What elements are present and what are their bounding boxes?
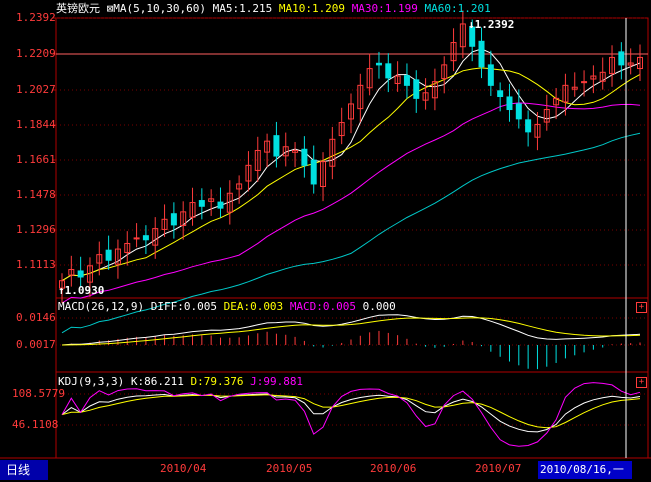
- x-tick-3: 2010/07: [475, 462, 522, 475]
- main-indicator-header: 英镑欧元 ⊠MA(5,10,30,60) MA5:1.215 MA10:1.20…: [56, 3, 491, 15]
- candle-body: [310, 159, 317, 185]
- candle-body: [273, 135, 280, 157]
- macd-header: MACD(26,12,9) DIFF:0.005 DEA:0.003 MACD:…: [58, 301, 396, 313]
- kdj-expand-button[interactable]: +: [636, 377, 647, 388]
- macd-diff: DIFF:0.005: [150, 300, 217, 313]
- candle-body: [170, 213, 177, 226]
- candle-body: [525, 119, 532, 133]
- ma60-value: MA60:1.201: [424, 2, 491, 15]
- y-tick-1: 1.2209: [16, 47, 56, 60]
- symbol-name: 英镑欧元: [56, 2, 100, 15]
- low-value: 1.0930: [64, 284, 105, 297]
- kdj-tick-1: 46.1108: [12, 418, 59, 431]
- macd-tick-1: 0.0017: [16, 338, 56, 351]
- chart-canvas[interactable]: [0, 0, 651, 482]
- kdj-d: D:79.376: [190, 375, 244, 388]
- candle-body: [105, 249, 112, 261]
- kdj-j: J:99.881: [250, 375, 304, 388]
- candle-body: [375, 62, 382, 66]
- x-tick-0: 2010/04: [160, 462, 207, 475]
- kdj-params: KDJ(9,3,3): [58, 375, 125, 388]
- ma10-value: MA10:1.209: [278, 2, 346, 15]
- candle-body: [487, 64, 494, 86]
- ma5-value: MA5:1.215: [212, 2, 273, 15]
- low-price-label: ↑1.0930: [58, 284, 105, 297]
- kdj-k: K:86.211: [130, 375, 184, 388]
- kdj-header: KDJ(9,3,3) K:86.211 D:79.376 J:99.881: [58, 376, 303, 388]
- candle-body: [385, 63, 392, 79]
- main-panel-border: [55, 17, 649, 299]
- macd-value: MACD:0.005: [289, 300, 357, 313]
- macd-tick-0: 0.0146: [16, 311, 56, 324]
- y-tick-0: 1.2392: [16, 11, 56, 24]
- ma-params: MA(5,10,30,60): [113, 2, 206, 15]
- candle-body: [506, 96, 513, 111]
- candle-body: [413, 79, 420, 99]
- y-tick-4: 1.1661: [16, 153, 56, 166]
- macd-params: MACD(26,12,9): [58, 300, 145, 313]
- candle-body: [497, 90, 504, 98]
- ma30-value: MA30:1.199: [351, 2, 418, 15]
- kdj-j-line: [61, 382, 641, 447]
- macd-dea: DEA:0.003: [223, 300, 284, 313]
- macd-zero: 0.000: [362, 300, 396, 313]
- cursor-date-box: 2010/08/16,一: [538, 461, 632, 479]
- kdj-k-line: [61, 393, 641, 433]
- x-tick-1: 2010/05: [266, 462, 313, 475]
- macd-expand-button[interactable]: +: [636, 302, 647, 313]
- peak-price-label: ↓1.2392: [468, 18, 515, 31]
- y-tick-2: 1.2027: [16, 83, 56, 96]
- candle-body: [403, 75, 410, 86]
- ma5-line: [61, 48, 641, 282]
- candle-body: [478, 40, 485, 68]
- y-tick-3: 1.1844: [16, 118, 56, 131]
- y-tick-6: 1.1296: [16, 223, 56, 236]
- x-tick-2: 2010/06: [370, 462, 417, 475]
- candle-body: [301, 148, 308, 166]
- candle-body: [77, 270, 84, 278]
- kdj-lines: [61, 382, 641, 447]
- price-gridlines: [56, 17, 648, 426]
- candle-body: [133, 237, 140, 240]
- candle-body: [198, 200, 205, 207]
- peak-value: 1.2392: [474, 18, 515, 31]
- y-tick-7: 1.1113: [16, 258, 56, 271]
- candle-body: [217, 201, 224, 209]
- candle-body: [618, 51, 625, 66]
- period-tab-daily[interactable]: 日线: [0, 460, 48, 480]
- candle-body: [515, 103, 522, 120]
- moving-average-lines: [61, 48, 641, 334]
- kdj-tick-0: 108.5779: [12, 387, 65, 400]
- candle-body: [142, 235, 149, 241]
- y-tick-5: 1.1478: [16, 188, 56, 201]
